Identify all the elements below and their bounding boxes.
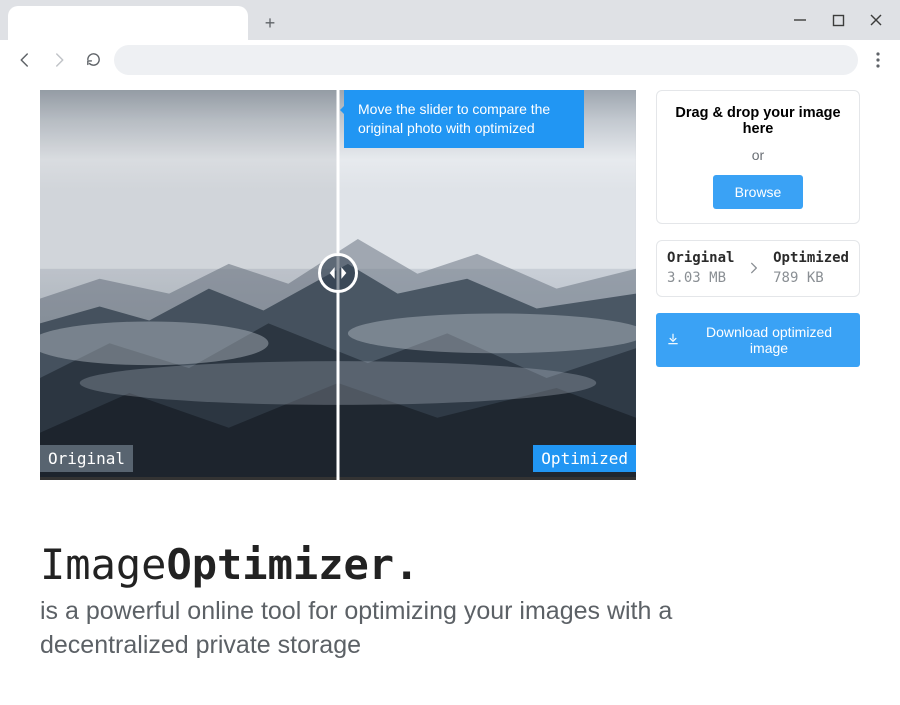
new-tab-button[interactable]: + [256,9,284,37]
url-bar[interactable] [114,45,858,75]
forward-icon [46,47,72,73]
browser-tab[interactable] [8,6,248,40]
size-original-value: 3.03 MB [667,269,734,289]
size-comparison: Original 3.03 MB Optimized 789 KB [656,240,860,297]
brand-title: ImageOptimizer. [40,540,860,589]
minimize-icon[interactable] [790,10,810,30]
menu-icon[interactable] [866,48,890,72]
chevron-right-icon [743,257,765,281]
browser-tab-strip: + [0,0,900,40]
download-button[interactable]: Download optimized image [656,313,860,367]
browser-toolbar [0,40,900,80]
label-original: Original [40,445,133,472]
image-comparison[interactable]: Move the slider to compare the original … [40,90,636,480]
slider-tooltip: Move the slider to compare the original … [344,90,584,148]
size-original-label: Original [667,249,734,269]
size-optimized-value: 789 KB [773,269,849,289]
comparison-handle-icon[interactable] [318,253,358,293]
maximize-icon[interactable] [828,10,848,30]
download-label: Download optimized image [688,324,850,356]
back-icon[interactable] [12,47,38,73]
download-icon [666,332,680,349]
reload-icon[interactable] [80,47,106,73]
tagline: is a powerful online tool for optimizing… [40,595,760,663]
label-optimized: Optimized [533,445,636,472]
browse-button[interactable]: Browse [713,175,804,209]
size-optimized-label: Optimized [773,249,849,269]
window-controls [776,0,900,40]
close-icon[interactable] [866,10,886,30]
dropzone-title: Drag & drop your image here [671,105,845,137]
dropzone-or: or [671,147,845,163]
dropzone[interactable]: Drag & drop your image here or Browse [656,90,860,224]
